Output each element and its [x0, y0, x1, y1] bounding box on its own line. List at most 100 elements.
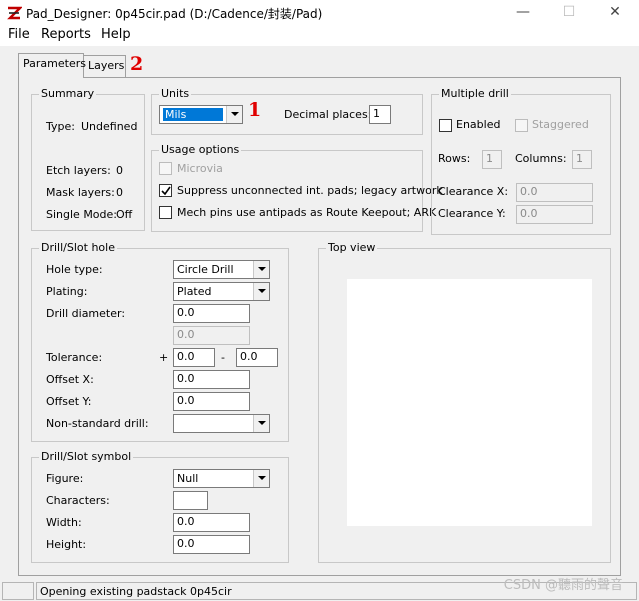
decimal-places-input[interactable]: 1 [369, 105, 391, 124]
summary-single-value: Off [116, 208, 133, 221]
tab-parameters[interactable]: Parameters [18, 53, 86, 78]
mech-pins-label: Mech pins use antipads as Route Keepout;… [177, 206, 437, 219]
summary-legend: Summary [39, 87, 97, 100]
status-pane-left [2, 582, 34, 600]
tolerance-plus-sign: + [159, 351, 169, 364]
usage-options-group: Usage options Microvia Suppress unconnec… [151, 143, 443, 232]
non-standard-drill-select[interactable] [173, 414, 270, 433]
microvia-checkbox[interactable] [159, 162, 172, 175]
non-standard-drill-dropdown-arrow[interactable] [253, 415, 269, 432]
offset-y-input[interactable]: 0.0 [173, 392, 250, 411]
drill-diameter-input[interactable]: 0.0 [173, 304, 250, 323]
drill-hole-group: Drill/Slot hole Hole type: Circle Drill … [31, 241, 289, 442]
figure-dropdown-arrow[interactable] [253, 470, 269, 487]
minimize-button[interactable]: — [500, 0, 546, 25]
decimal-places-label: Decimal places: [284, 108, 372, 121]
tab-layers[interactable]: Layers [83, 55, 126, 77]
plating-value: Plated [177, 285, 212, 298]
usage-options-legend: Usage options [159, 143, 242, 156]
menu-help[interactable]: Help [101, 27, 131, 42]
hole-type-value: Circle Drill [177, 263, 234, 276]
characters-label: Characters: [46, 494, 110, 507]
close-button[interactable]: ✕ [592, 0, 638, 25]
plating-dropdown-arrow[interactable] [253, 283, 269, 300]
watermark: CSDN @聽雨的聲音 [503, 578, 623, 593]
figure-label: Figure: [46, 472, 84, 485]
summary-mask-label: Mask layers: [46, 186, 115, 199]
symbol-height-input[interactable]: 0.0 [173, 535, 250, 554]
clearance-x-input[interactable]: 0.0 [516, 183, 593, 202]
tolerance-minus-input[interactable]: 0.0 [236, 348, 278, 367]
annotation-marker-1: 1 [248, 99, 262, 121]
clearance-y-input[interactable]: 0.0 [516, 205, 593, 224]
menu-reports[interactable]: Reports [41, 27, 91, 42]
non-standard-drill-label: Non-standard drill: [46, 417, 149, 430]
multiple-drill-legend: Multiple drill [439, 87, 511, 100]
multiple-drill-group: Multiple drill Enabled Staggered Rows: 1… [431, 87, 611, 235]
menu-bar: File Reports Help [0, 25, 639, 46]
clearance-x-label: Clearance X: [438, 185, 509, 198]
symbol-height-label: Height: [46, 538, 87, 551]
app-icon [7, 6, 22, 20]
title-bar: Pad_Designer: 0p45cir.pad (D:/Cadence/封装… [0, 0, 639, 25]
offset-x-input[interactable]: 0.0 [173, 370, 250, 389]
rows-label: Rows: [438, 152, 471, 165]
summary-type-label: Type: [46, 120, 75, 133]
parameters-panel: Summary Type: Undefined Etch layers: 0 M… [18, 77, 621, 576]
tab-strip: Parameters Layers 2 [0, 50, 639, 78]
staggered-checkbox[interactable] [515, 119, 528, 132]
suppress-unconnected-checkbox[interactable] [159, 184, 172, 197]
top-view-group: Top view [318, 241, 611, 563]
columns-label: Columns: [515, 152, 567, 165]
units-select[interactable]: Mils [159, 105, 243, 124]
top-view-legend: Top view [326, 241, 378, 254]
units-selected-value: Mils [163, 108, 223, 121]
tolerance-label: Tolerance: [46, 351, 103, 364]
chevron-down-icon [258, 421, 266, 425]
annotation-marker-2: 2 [130, 53, 144, 75]
drill-symbol-legend: Drill/Slot symbol [39, 450, 134, 463]
offset-x-label: Offset X: [46, 373, 94, 386]
tab-parameters-label: Parameters [23, 57, 86, 70]
menu-file[interactable]: File [8, 27, 30, 42]
multiple-drill-enabled-label: Enabled [456, 118, 501, 131]
tolerance-minus-sign: - [221, 351, 225, 364]
figure-select[interactable]: Null [173, 469, 270, 488]
chevron-down-icon [258, 476, 266, 480]
units-group: Units Mils 1 Decimal places: 1 [151, 87, 423, 135]
hole-type-dropdown-arrow[interactable] [253, 261, 269, 278]
drill-hole-legend: Drill/Slot hole [39, 241, 117, 254]
tab-layers-label: Layers [88, 59, 125, 72]
drill-diameter-secondary-input[interactable]: 0.0 [173, 326, 250, 345]
microvia-label: Microvia [177, 162, 223, 175]
units-dropdown-arrow[interactable] [226, 106, 242, 123]
plating-select[interactable]: Plated [173, 282, 270, 301]
tolerance-plus-input[interactable]: 0.0 [173, 348, 215, 367]
mech-pins-checkbox[interactable] [159, 206, 172, 219]
maximize-button[interactable]: ☐ [546, 0, 592, 25]
symbol-width-input[interactable]: 0.0 [173, 513, 250, 532]
characters-input[interactable] [173, 491, 208, 510]
chevron-down-icon [258, 289, 266, 293]
figure-value: Null [177, 472, 199, 485]
status-message: Opening existing padstack 0p45cir [40, 585, 232, 598]
top-view-canvas [347, 279, 592, 526]
window-title: Pad_Designer: 0p45cir.pad (D:/Cadence/封装… [26, 7, 323, 21]
clearance-y-label: Clearance Y: [438, 207, 506, 220]
columns-input[interactable]: 1 [572, 150, 592, 169]
units-legend: Units [159, 87, 192, 100]
multiple-drill-enabled-checkbox[interactable] [439, 119, 452, 132]
suppress-unconnected-label: Suppress unconnected int. pads; legacy a… [177, 184, 443, 197]
plating-label: Plating: [46, 285, 88, 298]
summary-etch-label: Etch layers: [46, 164, 111, 177]
symbol-width-label: Width: [46, 516, 82, 529]
chevron-down-icon [258, 267, 266, 271]
rows-input[interactable]: 1 [482, 150, 502, 169]
hole-type-select[interactable]: Circle Drill [173, 260, 270, 279]
drill-diameter-label: Drill diameter: [46, 307, 126, 320]
checkmark-icon [161, 186, 171, 196]
summary-single-label: Single Mode: [46, 208, 117, 221]
summary-group: Summary Type: Undefined Etch layers: 0 M… [31, 87, 145, 231]
offset-y-label: Offset Y: [46, 395, 92, 408]
chevron-down-icon [231, 112, 239, 116]
